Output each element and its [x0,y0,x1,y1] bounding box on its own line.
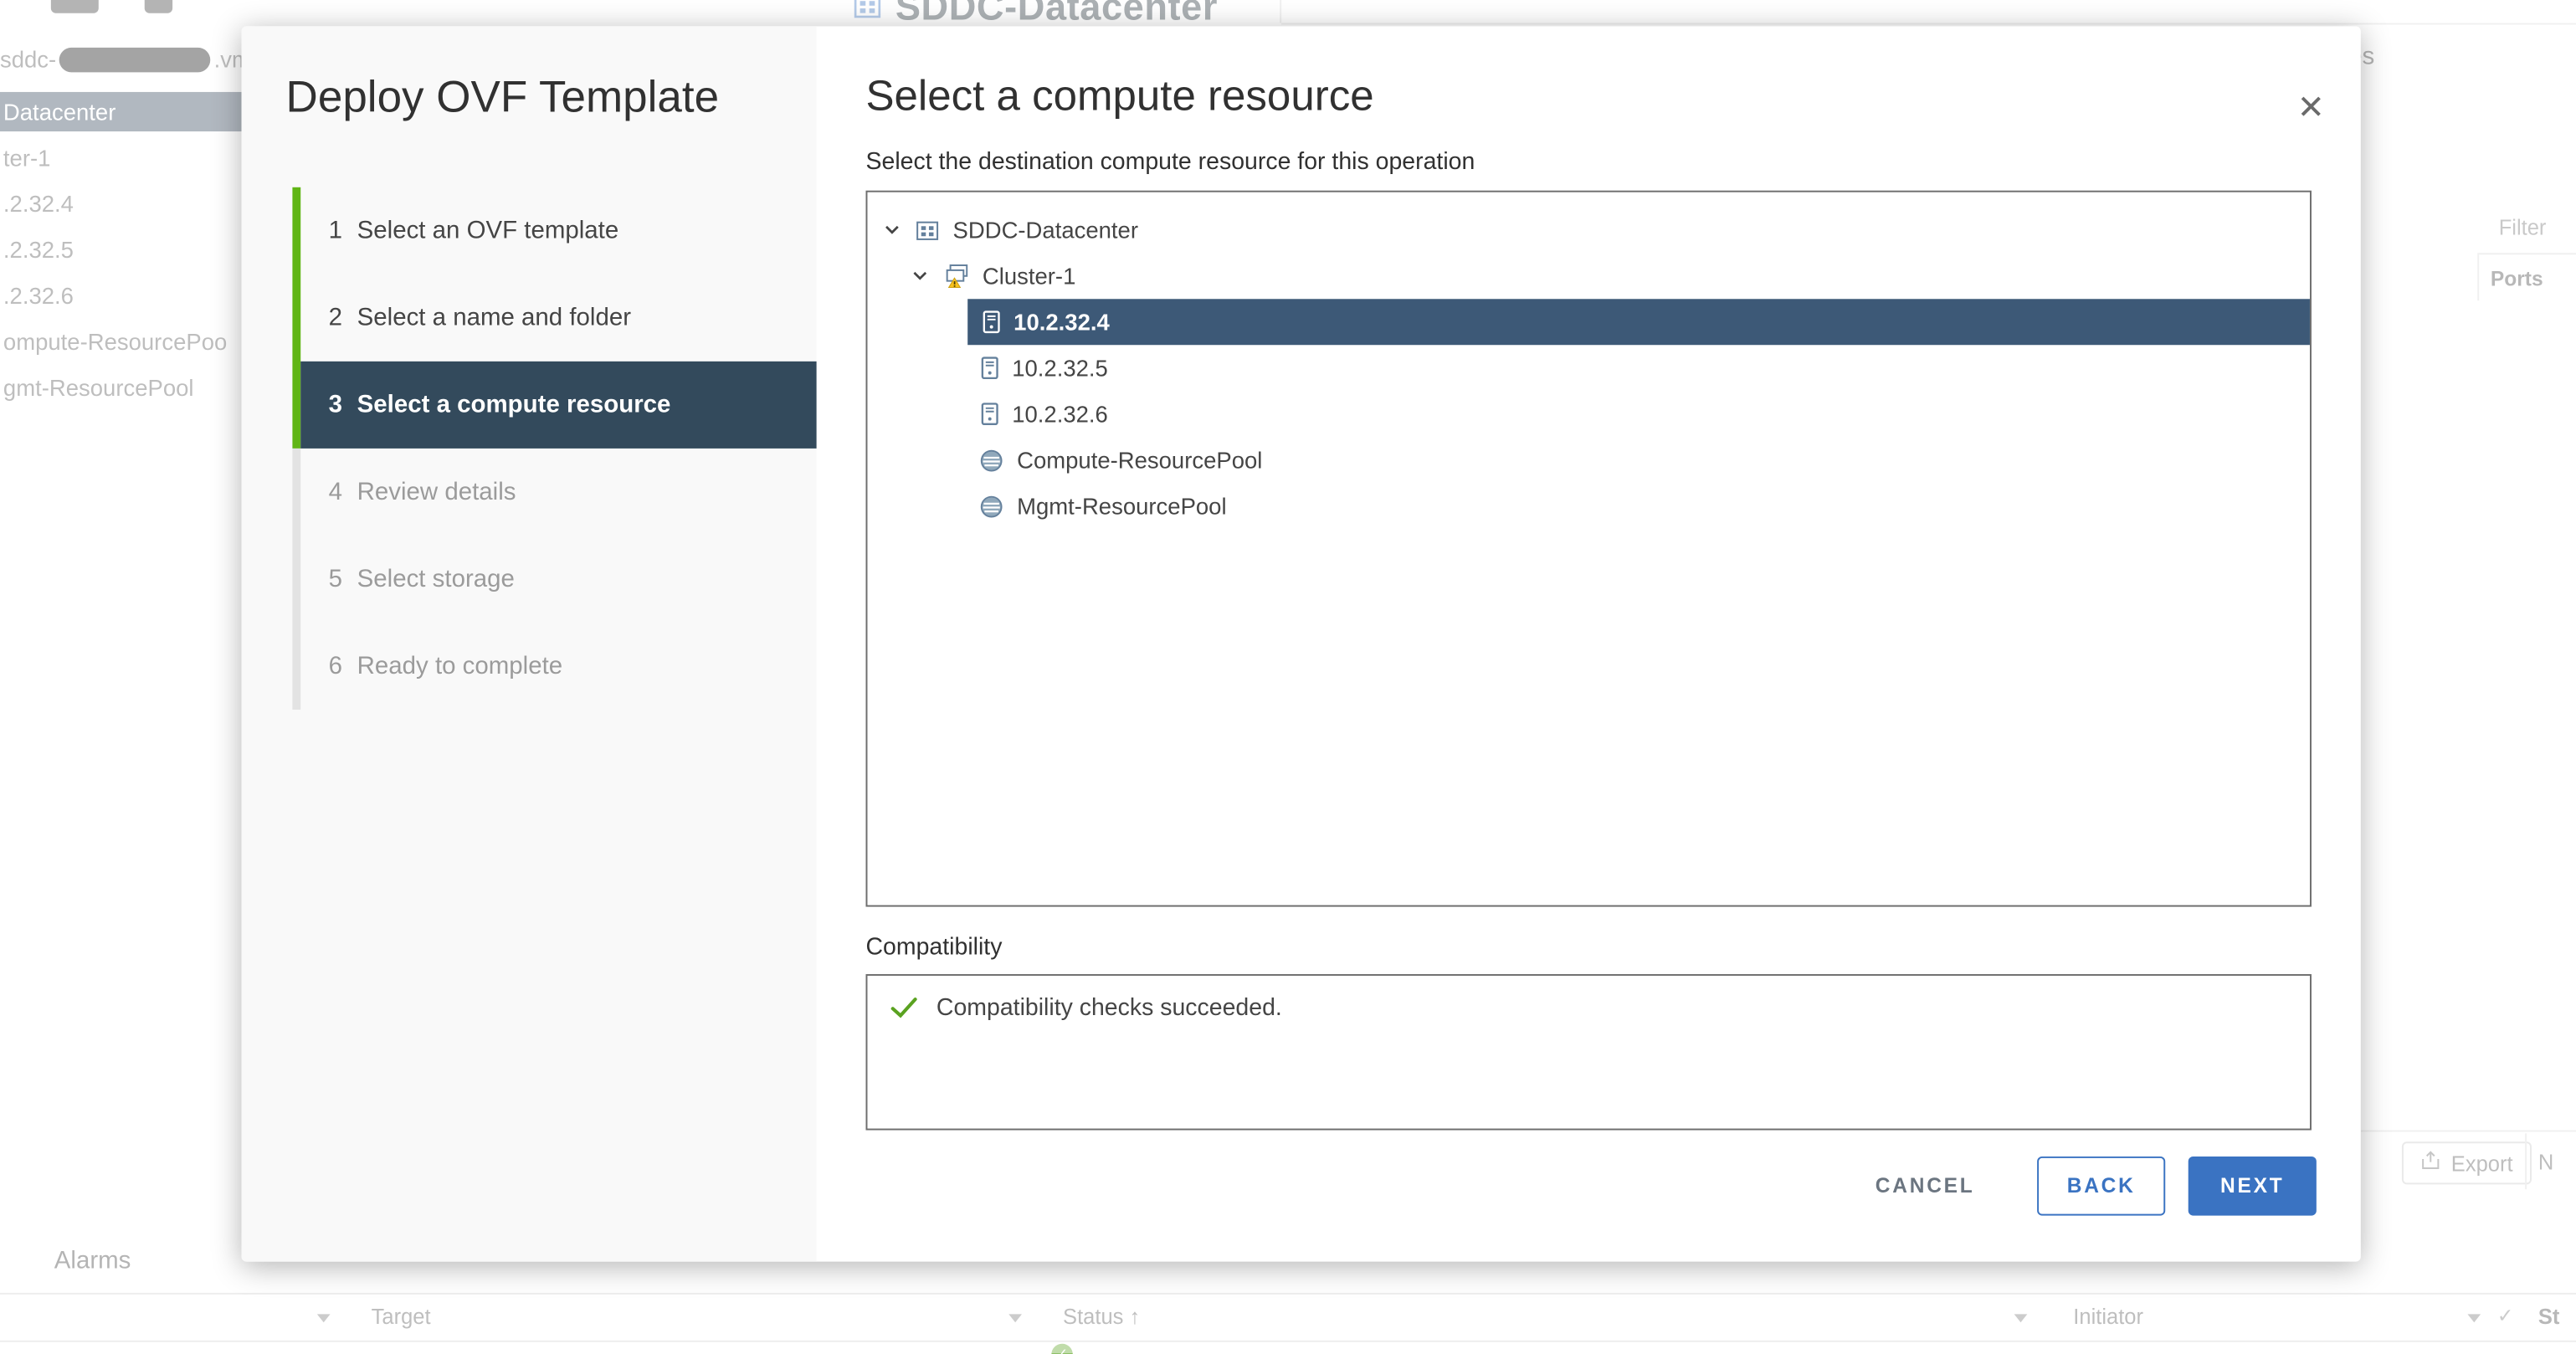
deploy-ovf-dialog: Deploy OVF Template 1 Select an OVF temp… [242,26,2361,1261]
wizard-step-3-active[interactable]: 3 Select a compute resource [300,362,816,449]
page-title: Select a compute resource [866,70,2312,121]
wizard-step-4: 4 Review details [242,449,817,536]
host-icon [981,356,999,379]
compatibility-message: Compatibility checks succeeded. [936,996,1282,1022]
chevron-down-icon[interactable] [911,266,931,286]
close-icon[interactable]: ✕ [2297,92,2325,125]
tree-item-label: 10.2.32.5 [1012,355,1108,381]
tree-item-label: Cluster-1 [983,263,1075,289]
compatibility-panel: Compatibility checks succeeded. [866,974,2312,1130]
tree-item-host[interactable]: 10.2.32.5 [867,345,2310,391]
step-number: 3 [329,391,342,418]
wizard-step-6: 6 Ready to complete [242,623,817,710]
tree-item-cluster[interactable]: Cluster-1 [867,253,2310,299]
wizard-step-1[interactable]: 1 Select an OVF template [242,187,817,274]
viewport: sddc- .vmw Datacenter ter-1 .2.32.4 .2.3… [0,0,2576,1354]
datacenter-icon [915,218,939,242]
tree-item-label: 10.2.32.6 [1012,401,1108,427]
tree-item-label: Mgmt-ResourcePool [1017,493,1226,519]
step-label: Select a name and folder [357,304,631,331]
next-button[interactable]: NEXT [2189,1157,2317,1216]
success-check-icon [890,996,918,1027]
step-label: Review details [357,478,516,505]
compatibility-heading: Compatibility [866,935,2312,961]
tree-item-host[interactable]: 10.2.32.6 [867,391,2310,437]
step-number: 5 [329,565,342,592]
resource-pool-icon [979,494,1003,518]
tree-item-label: SDDC-Datacenter [953,217,1138,243]
step-number: 2 [329,304,342,331]
tree-item-datacenter[interactable]: SDDC-Datacenter [867,207,2310,253]
tree-item-resource-pool[interactable]: Compute-ResourcePool [867,437,2310,483]
chevron-down-icon[interactable] [882,220,902,240]
tree-item-label: 10.2.32.4 [1013,309,1110,335]
tree-item-resource-pool[interactable]: Mgmt-ResourcePool [867,483,2310,529]
tree-item-host-selected[interactable]: 10.2.32.4 [967,299,2310,345]
wizard-buttons: CANCEL BACK NEXT [1849,1157,2316,1216]
back-button[interactable]: BACK [2037,1157,2165,1216]
resource-pool-icon [979,448,1003,472]
cancel-button[interactable]: CANCEL [1849,1157,2001,1216]
step-label: Select an OVF template [357,217,619,244]
step-number: 4 [329,478,342,505]
compute-resource-tree: SDDC-Datacenter Cluster-1 10.2.32.4 [866,191,2312,907]
dialog-title: Deploy OVF Template [286,72,817,123]
step-number: 1 [329,217,342,244]
cluster-warning-icon [943,263,969,289]
host-icon [983,310,1001,333]
host-icon [981,403,999,425]
wizard-content: Select a compute resource ✕ Select the d… [817,26,2361,1261]
wizard-steps: 1 Select an OVF template 2 Select a name… [242,187,817,710]
step-number: 6 [329,652,342,680]
step-label: Select a compute resource [357,391,671,418]
wizard-step-2[interactable]: 2 Select a name and folder [242,274,817,362]
wizard-steps-panel: Deploy OVF Template 1 Select an OVF temp… [242,26,817,1261]
wizard-step-5: 5 Select storage [242,536,817,623]
page-subtitle: Select the destination compute resource … [866,150,2312,176]
tree-item-label: Compute-ResourcePool [1017,447,1262,473]
step-label: Select storage [357,565,515,592]
step-label: Ready to complete [357,652,563,680]
